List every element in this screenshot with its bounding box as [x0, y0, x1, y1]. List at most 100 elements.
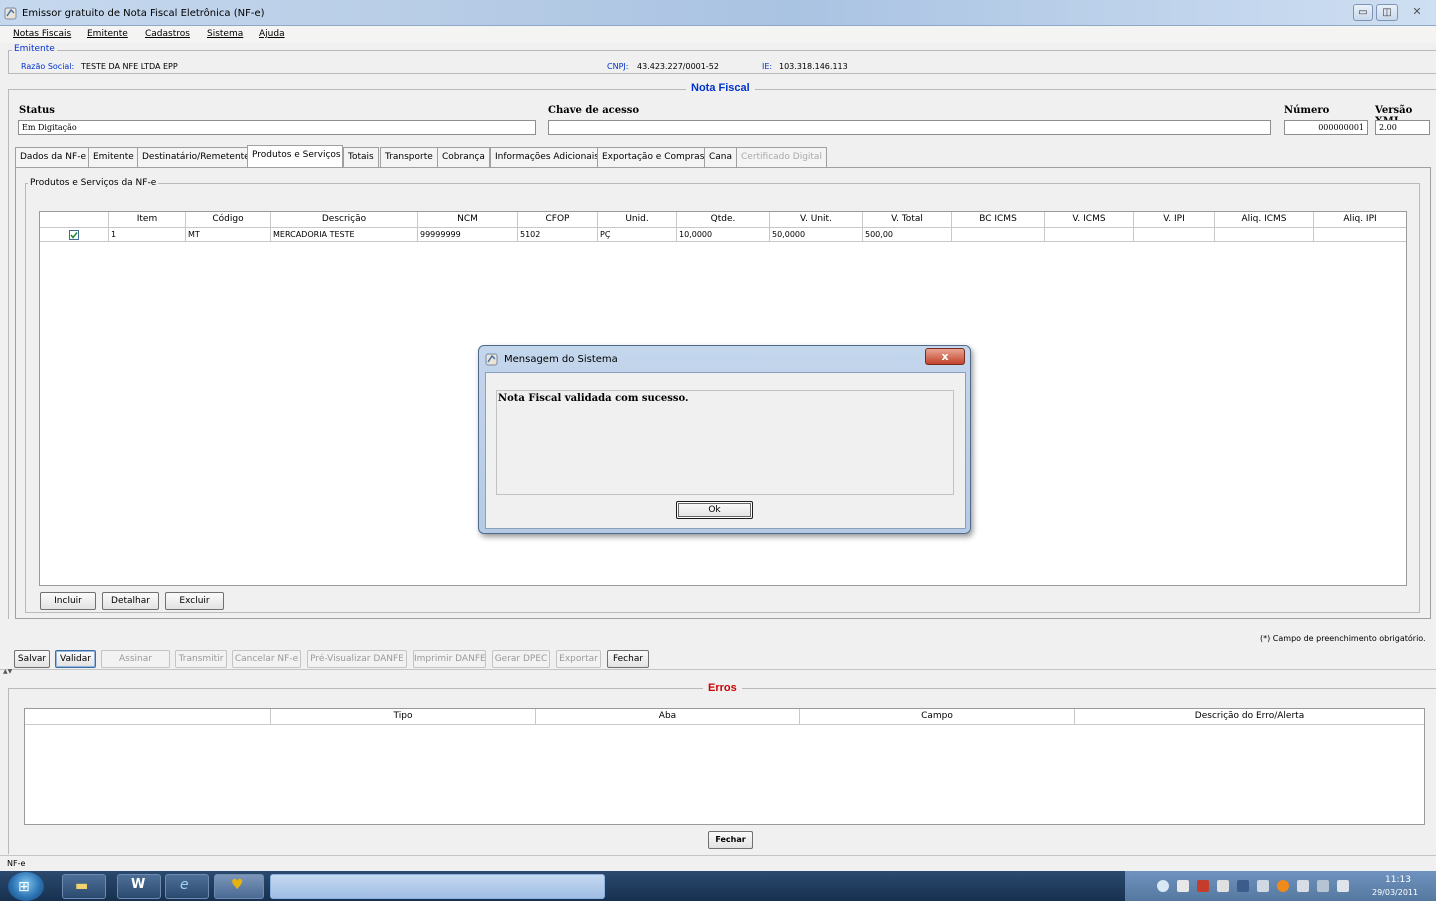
- tab-cana[interactable]: Cana: [704, 147, 738, 167]
- versao-xml-field[interactable]: 2.00: [1375, 120, 1430, 135]
- dialog-ok-button[interactable]: Ok: [676, 501, 753, 519]
- menu-notas-fiscais[interactable]: Notas Fiscais: [13, 29, 71, 39]
- message-dialog[interactable]: Mensagem do Sistema x Nota Fiscal valida…: [478, 345, 971, 534]
- tray-pdf-icon[interactable]: [1197, 880, 1209, 892]
- column-header-vtotal[interactable]: V. Total: [863, 212, 952, 227]
- taskbar-word[interactable]: W: [117, 874, 161, 899]
- column-header-vipi[interactable]: V. IPI: [1134, 212, 1215, 227]
- column-header-descricao[interactable]: Descrição: [271, 212, 418, 227]
- erros-column-header-tipo[interactable]: Tipo: [271, 709, 536, 724]
- close-button[interactable]: ✕: [1404, 5, 1430, 21]
- menu-sistema[interactable]: Sistema: [207, 29, 243, 39]
- numero-field[interactable]: 000000001: [1284, 120, 1368, 135]
- tray-network-icon[interactable]: [1157, 880, 1169, 892]
- erros-column-header-descricao[interactable]: Descrição do Erro/Alerta: [1075, 709, 1424, 724]
- tab-produtos-servicos[interactable]: Produtos e Serviços: [247, 145, 343, 168]
- cancelar-nfe-button[interactable]: Cancelar NF-e: [232, 650, 301, 668]
- column-header-bcicms[interactable]: BC ICMS: [952, 212, 1045, 227]
- emitente-group-title: Emitente: [12, 44, 57, 54]
- column-header-cfop[interactable]: CFOP: [518, 212, 598, 227]
- status-bar-text: NF-e: [7, 859, 26, 868]
- column-header-check[interactable]: [40, 212, 109, 227]
- fechar-button[interactable]: Fechar: [607, 650, 649, 668]
- detalhar-button[interactable]: Detalhar: [102, 592, 159, 610]
- column-header-vunit[interactable]: V. Unit.: [770, 212, 863, 227]
- dialog-message-area: Nota Fiscal validada com sucesso.: [496, 390, 954, 495]
- cell-bcicms: [952, 228, 1045, 242]
- start-button[interactable]: ⊞: [8, 872, 44, 901]
- chave-acesso-label: Chave de acesso: [548, 105, 640, 116]
- menu-emitente[interactable]: Emitente: [87, 29, 128, 39]
- table-row[interactable]: 1 MT MERCADORIA TESTE 99999999 5102 PÇ 1…: [40, 227, 1406, 242]
- column-header-item[interactable]: Item: [109, 212, 186, 227]
- status-field[interactable]: Em Digitação: [18, 120, 536, 135]
- splitter-arrows-icon[interactable]: ▲▼: [3, 668, 12, 675]
- tab-cobranca[interactable]: Cobrança: [437, 147, 490, 167]
- exportar-button[interactable]: Exportar: [556, 650, 601, 668]
- erros-column-header-aba[interactable]: Aba: [536, 709, 800, 724]
- salvar-button[interactable]: Salvar: [14, 650, 50, 668]
- chave-acesso-field[interactable]: [548, 120, 1271, 135]
- tab-totais[interactable]: Totais: [343, 147, 379, 167]
- incluir-button[interactable]: Incluir: [40, 592, 96, 610]
- tray-volume-icon[interactable]: [1337, 880, 1349, 892]
- menu-ajuda[interactable]: Ajuda: [259, 29, 285, 39]
- cell-vicms: [1045, 228, 1134, 242]
- tray-app-icon[interactable]: [1177, 880, 1189, 892]
- excluir-button[interactable]: Excluir: [165, 592, 224, 610]
- pre-visualizar-danfe-button[interactable]: Pré-Visualizar DANFE: [307, 650, 407, 668]
- clock-time[interactable]: 11:13: [1385, 875, 1411, 885]
- column-header-vicms[interactable]: V. ICMS: [1045, 212, 1134, 227]
- taskbar-explorer[interactable]: ▬: [62, 874, 106, 899]
- maximize-button[interactable]: ◫: [1376, 4, 1398, 21]
- tray-device-icon[interactable]: [1257, 880, 1269, 892]
- tray-update-icon[interactable]: [1277, 880, 1289, 892]
- cell-cfop: 5102: [518, 228, 598, 242]
- column-header-qtde[interactable]: Qtde.: [677, 212, 770, 227]
- splitter[interactable]: ▲▼: [0, 668, 1436, 675]
- erros-fechar-button[interactable]: Fechar: [708, 831, 753, 849]
- row-checkbox-cell[interactable]: [40, 228, 109, 242]
- column-header-codigo[interactable]: Código: [186, 212, 271, 227]
- tray-network-status-icon[interactable]: [1317, 880, 1329, 892]
- cell-item: 1: [109, 228, 186, 242]
- tray-flag-icon[interactable]: [1297, 880, 1309, 892]
- validar-button[interactable]: Validar: [55, 650, 96, 668]
- erros-table[interactable]: Tipo Aba Campo Descrição do Erro/Alerta: [24, 708, 1425, 825]
- menu-bar: Notas Fiscais Emitente Cadastros Sistema…: [0, 26, 1436, 43]
- gerar-dpec-button[interactable]: Gerar DPEC: [492, 650, 550, 668]
- taskbar-ie[interactable]: e: [165, 874, 209, 899]
- window-title-bar[interactable]: Emissor gratuito de Nota Fiscal Eletrôni…: [0, 0, 1436, 26]
- assinar-button[interactable]: Assinar: [101, 650, 170, 668]
- minimize-icon: ▭: [1358, 7, 1368, 18]
- erros-column-header-blank[interactable]: [25, 709, 271, 724]
- imprimir-danfe-button[interactable]: Imprimir DANFE: [413, 650, 486, 668]
- maximize-icon: ◫: [1382, 7, 1392, 18]
- tab-destinatario[interactable]: Destinatário/Remetente: [137, 147, 255, 167]
- clock-date[interactable]: 29/03/2011: [1372, 888, 1418, 897]
- checkbox-checked-icon[interactable]: [69, 230, 79, 240]
- taskbar-nfe-app[interactable]: ♥: [214, 874, 264, 899]
- tab-emitente[interactable]: Emitente: [88, 147, 139, 167]
- cell-vipi: [1134, 228, 1215, 242]
- tab-informacoes-adicionais[interactable]: Informações Adicionais: [490, 147, 604, 167]
- menu-cadastros[interactable]: Cadastros: [145, 29, 190, 39]
- tab-transporte[interactable]: Transporte: [380, 147, 438, 167]
- column-header-aliqipi[interactable]: Aliq. IPI: [1314, 212, 1406, 227]
- cnpj-label: CNPJ:: [607, 62, 629, 71]
- erros-column-header-campo[interactable]: Campo: [800, 709, 1075, 724]
- tab-certificado-digital[interactable]: Certificado Digital: [736, 147, 827, 167]
- tray-display-icon[interactable]: [1237, 880, 1249, 892]
- minimize-button[interactable]: ▭: [1353, 4, 1373, 21]
- column-header-aliqicms[interactable]: Aliq. ICMS: [1215, 212, 1314, 227]
- column-header-ncm[interactable]: NCM: [418, 212, 518, 227]
- app-icon: [4, 7, 17, 20]
- cell-codigo: MT: [186, 228, 271, 242]
- tab-dados-nfe[interactable]: Dados da NF-e: [15, 147, 91, 167]
- tray-speaker-icon[interactable]: [1217, 880, 1229, 892]
- transmitir-button[interactable]: Transmitir: [175, 650, 227, 668]
- column-header-unid[interactable]: Unid.: [598, 212, 677, 227]
- dialog-close-button[interactable]: x: [925, 348, 965, 365]
- tab-exportacao-compras[interactable]: Exportação e Compras: [597, 147, 710, 167]
- taskbar-active-window[interactable]: [270, 874, 605, 899]
